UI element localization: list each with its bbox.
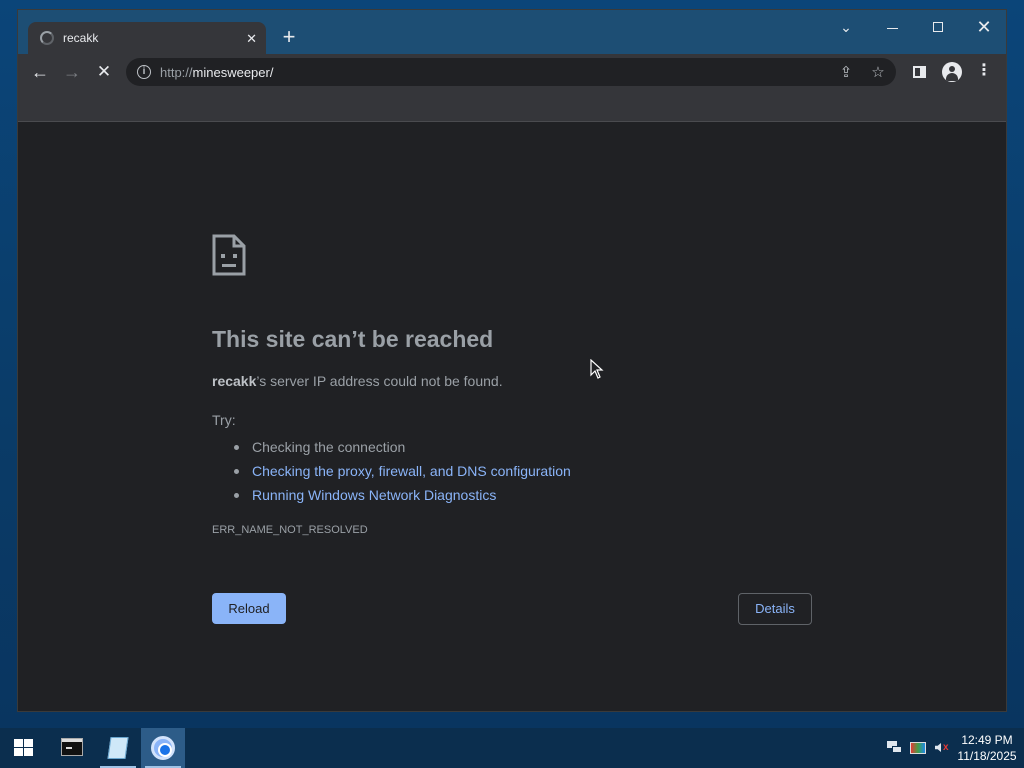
back-button[interactable]: ←: [28, 60, 52, 84]
error-title: This site can’t be reached: [212, 326, 494, 352]
forward-button[interactable]: →: [60, 60, 84, 84]
suggestion-list: Checking the connection Checking the pro…: [234, 435, 571, 507]
error-message-text: ’s server IP address could not be found.: [256, 373, 503, 389]
taskbar-terminal[interactable]: [50, 728, 94, 768]
tab-close-icon[interactable]: ✕: [246, 32, 257, 45]
share-icon[interactable]: ⇪: [836, 63, 856, 81]
address-bar[interactable]: i http://minesweeper/ ⇪ ☆: [126, 58, 896, 86]
browser-tab[interactable]: recakk ✕: [28, 22, 266, 54]
notepad-icon: [107, 737, 129, 759]
taskbar-notepad[interactable]: [96, 728, 140, 768]
chrome-icon: [151, 736, 175, 760]
mouse-cursor-icon: [590, 359, 604, 379]
error-message: recakk’s server IP address could not be …: [212, 373, 503, 389]
minimize-icon: [886, 27, 898, 29]
bookmarks-bar: [18, 90, 1006, 122]
tab-search-button[interactable]: ⌄: [831, 16, 861, 40]
taskbar: x 12:49 PM 11/18/2025: [0, 728, 1024, 768]
url-host: minesweeper/: [192, 65, 274, 80]
new-tab-button[interactable]: +: [276, 25, 302, 51]
maximize-icon: [933, 22, 943, 32]
terminal-icon: [61, 738, 83, 756]
side-panel-icon: [912, 66, 926, 78]
title-bar: recakk ✕ + ⌄ ✕: [18, 10, 1006, 54]
volume-muted-icon[interactable]: x: [934, 740, 952, 756]
side-panel-button[interactable]: [908, 61, 930, 83]
color-management-icon[interactable]: [910, 740, 928, 756]
tab-title: recakk: [63, 31, 99, 45]
bookmark-star-icon[interactable]: ☆: [868, 63, 888, 81]
url-text[interactable]: http://minesweeper/: [160, 65, 273, 80]
error-host: recakk: [212, 373, 257, 389]
suggestion-check-proxy-link[interactable]: Checking the proxy, firewall, and DNS co…: [234, 459, 571, 483]
taskbar-chrome[interactable]: [141, 728, 185, 768]
browser-menu-button[interactable]: ⋮: [973, 61, 995, 83]
minimize-button[interactable]: [877, 16, 907, 40]
details-button[interactable]: Details: [738, 593, 812, 625]
browser-toolbar: ← → ✕ i http://minesweeper/ ⇪ ☆ ⋮: [18, 54, 1006, 90]
profile-icon: [942, 62, 962, 82]
reload-button[interactable]: Reload: [212, 593, 286, 624]
suggestion-check-connection: Checking the connection: [234, 435, 571, 459]
info-icon[interactable]: i: [137, 65, 151, 79]
suggestion-network-diagnostics-link[interactable]: Running Windows Network Diagnostics: [234, 483, 571, 507]
profile-button[interactable]: [941, 61, 963, 83]
stop-loading-button[interactable]: ✕: [92, 60, 116, 84]
network-icon[interactable]: [886, 740, 904, 756]
clock-time: 12:49 PM: [961, 733, 1013, 747]
sad-page-icon: [212, 234, 246, 276]
windows-logo-icon: [14, 739, 34, 757]
start-button[interactable]: [0, 728, 48, 768]
maximize-button[interactable]: [923, 16, 953, 40]
browser-window: recakk ✕ + ⌄ ✕ ← → ✕ i http://minesweepe…: [17, 9, 1007, 712]
error-page: This site can’t be reached recakk’s serv…: [18, 122, 1006, 711]
try-label: Try:: [212, 412, 236, 428]
taskbar-clock[interactable]: 12:49 PM 11/18/2025: [952, 732, 1022, 764]
loading-spinner-icon: [40, 31, 54, 45]
url-scheme: http://: [160, 65, 193, 80]
error-code: ERR_NAME_NOT_RESOLVED: [212, 524, 368, 536]
clock-date: 11/18/2025: [957, 749, 1017, 763]
close-window-button[interactable]: ✕: [969, 16, 999, 40]
